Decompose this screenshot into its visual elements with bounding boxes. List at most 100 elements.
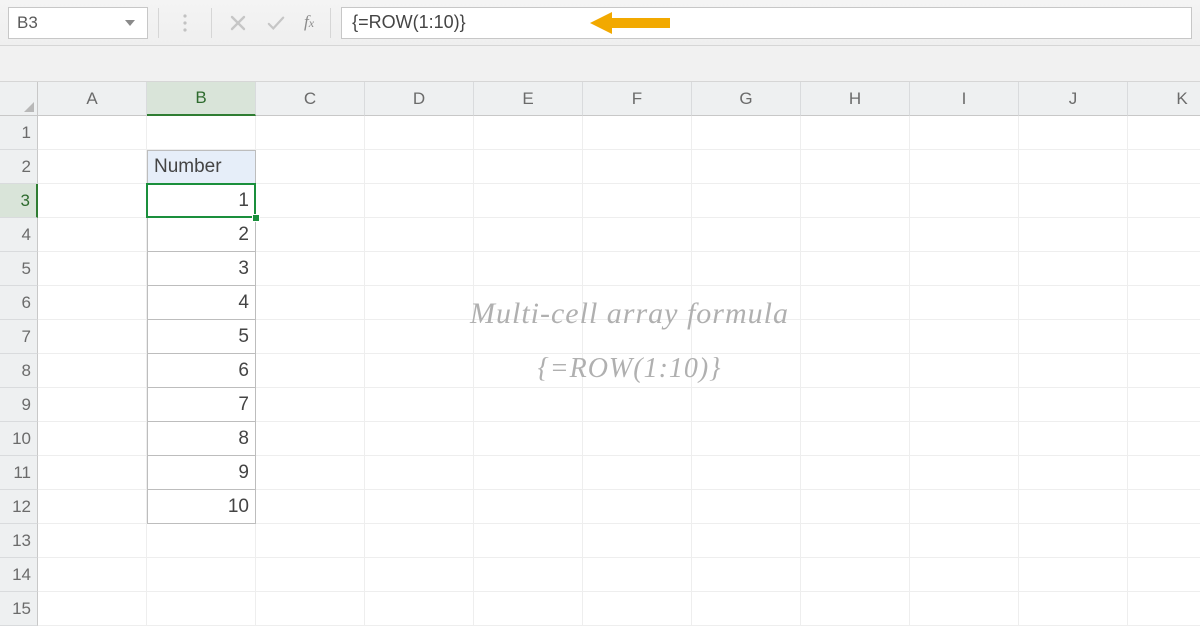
row-header[interactable]: 11 — [0, 456, 38, 490]
cell[interactable] — [583, 286, 692, 320]
table-cell[interactable]: 6 — [147, 354, 256, 388]
column-header[interactable]: D — [365, 82, 474, 116]
table-cell[interactable]: 5 — [147, 320, 256, 354]
select-all-corner[interactable] — [0, 82, 38, 116]
cell[interactable] — [1128, 422, 1200, 456]
cell[interactable] — [1019, 286, 1128, 320]
cell[interactable] — [1128, 558, 1200, 592]
cell[interactable] — [583, 116, 692, 150]
cell[interactable] — [38, 286, 147, 320]
row-header[interactable]: 9 — [0, 388, 38, 422]
row-header[interactable]: 6 — [0, 286, 38, 320]
cell[interactable] — [1128, 354, 1200, 388]
cell[interactable] — [692, 354, 801, 388]
cell[interactable] — [147, 524, 256, 558]
cell[interactable] — [365, 116, 474, 150]
cell[interactable] — [474, 490, 583, 524]
row-header[interactable]: 14 — [0, 558, 38, 592]
cell[interactable] — [692, 184, 801, 218]
cell[interactable] — [256, 524, 365, 558]
cell[interactable] — [583, 252, 692, 286]
cell[interactable] — [474, 320, 583, 354]
cell[interactable] — [801, 490, 910, 524]
cell[interactable] — [910, 354, 1019, 388]
cell[interactable] — [1128, 388, 1200, 422]
cell[interactable] — [692, 286, 801, 320]
cell[interactable] — [147, 558, 256, 592]
cell[interactable] — [1019, 456, 1128, 490]
cell[interactable] — [583, 150, 692, 184]
cell[interactable] — [38, 150, 147, 184]
cell[interactable] — [1019, 592, 1128, 626]
cell[interactable] — [910, 456, 1019, 490]
cell[interactable] — [38, 490, 147, 524]
cell[interactable] — [801, 116, 910, 150]
cell[interactable] — [910, 116, 1019, 150]
column-header[interactable]: I — [910, 82, 1019, 116]
cell[interactable] — [1128, 592, 1200, 626]
cell[interactable] — [256, 150, 365, 184]
cell[interactable] — [583, 524, 692, 558]
cell[interactable] — [256, 456, 365, 490]
cell[interactable] — [910, 150, 1019, 184]
name-box[interactable]: B3 — [8, 7, 148, 39]
cell[interactable] — [910, 388, 1019, 422]
cell[interactable] — [910, 524, 1019, 558]
cell[interactable] — [910, 218, 1019, 252]
cell[interactable] — [38, 116, 147, 150]
cell[interactable] — [38, 456, 147, 490]
row-header[interactable]: 4 — [0, 218, 38, 252]
row-header[interactable]: 10 — [0, 422, 38, 456]
cell[interactable] — [1019, 150, 1128, 184]
cell[interactable] — [801, 286, 910, 320]
cell[interactable] — [365, 524, 474, 558]
cell[interactable] — [474, 422, 583, 456]
row-header[interactable]: 15 — [0, 592, 38, 626]
cell[interactable] — [1128, 320, 1200, 354]
cell[interactable] — [692, 456, 801, 490]
cell[interactable] — [256, 286, 365, 320]
cell[interactable] — [474, 286, 583, 320]
table-cell[interactable]: 1 — [147, 184, 256, 218]
cell[interactable] — [365, 150, 474, 184]
cell[interactable] — [256, 388, 365, 422]
cell[interactable] — [38, 388, 147, 422]
cell[interactable] — [692, 558, 801, 592]
cell[interactable] — [692, 252, 801, 286]
cell[interactable] — [1128, 252, 1200, 286]
cell[interactable] — [38, 592, 147, 626]
cell[interactable] — [474, 558, 583, 592]
cell[interactable] — [1128, 456, 1200, 490]
cell[interactable] — [474, 150, 583, 184]
cell[interactable] — [801, 184, 910, 218]
cell[interactable] — [365, 218, 474, 252]
cell[interactable] — [1019, 116, 1128, 150]
row-header[interactable]: 1 — [0, 116, 38, 150]
cell[interactable] — [801, 558, 910, 592]
cell[interactable] — [474, 252, 583, 286]
table-cell[interactable]: 2 — [147, 218, 256, 252]
cell[interactable] — [1128, 490, 1200, 524]
cell[interactable] — [256, 116, 365, 150]
cell[interactable] — [583, 558, 692, 592]
cell[interactable] — [583, 354, 692, 388]
cell[interactable] — [256, 354, 365, 388]
column-header[interactable]: K — [1128, 82, 1200, 116]
cell[interactable] — [692, 592, 801, 626]
row-header[interactable]: 12 — [0, 490, 38, 524]
cell[interactable] — [583, 490, 692, 524]
cell[interactable] — [474, 388, 583, 422]
cell[interactable] — [365, 456, 474, 490]
fx-icon[interactable]: fx — [298, 12, 320, 34]
cell[interactable] — [910, 490, 1019, 524]
cell[interactable] — [1128, 218, 1200, 252]
row-header[interactable]: 13 — [0, 524, 38, 558]
row-header[interactable]: 8 — [0, 354, 38, 388]
cell[interactable] — [38, 558, 147, 592]
column-header[interactable]: E — [474, 82, 583, 116]
cell[interactable] — [474, 524, 583, 558]
fill-handle[interactable] — [252, 214, 260, 222]
cell[interactable] — [583, 388, 692, 422]
cell[interactable] — [692, 150, 801, 184]
cell[interactable] — [365, 490, 474, 524]
